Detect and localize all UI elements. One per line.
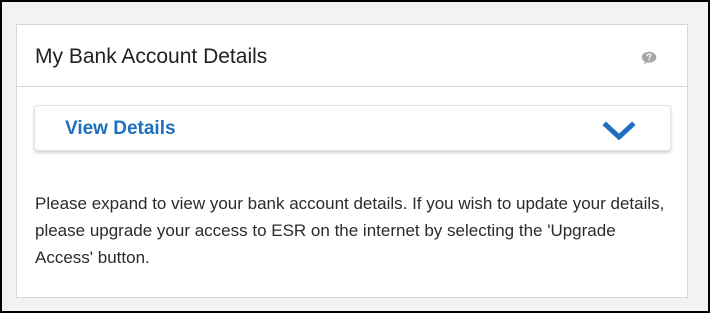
view-details-label: View Details [65,118,176,139]
view-details-toggle[interactable]: View Details [34,105,671,151]
panel-header: My Bank Account Details [17,25,687,87]
help-icon[interactable] [641,51,657,65]
window-frame: My Bank Account Details View Details Ple… [0,0,710,313]
bank-details-panel: My Bank Account Details View Details Ple… [16,24,688,298]
panel-title: My Bank Account Details [35,45,268,68]
panel-description: Please expand to view your bank account … [35,194,665,267]
chevron-down-icon [602,121,636,141]
